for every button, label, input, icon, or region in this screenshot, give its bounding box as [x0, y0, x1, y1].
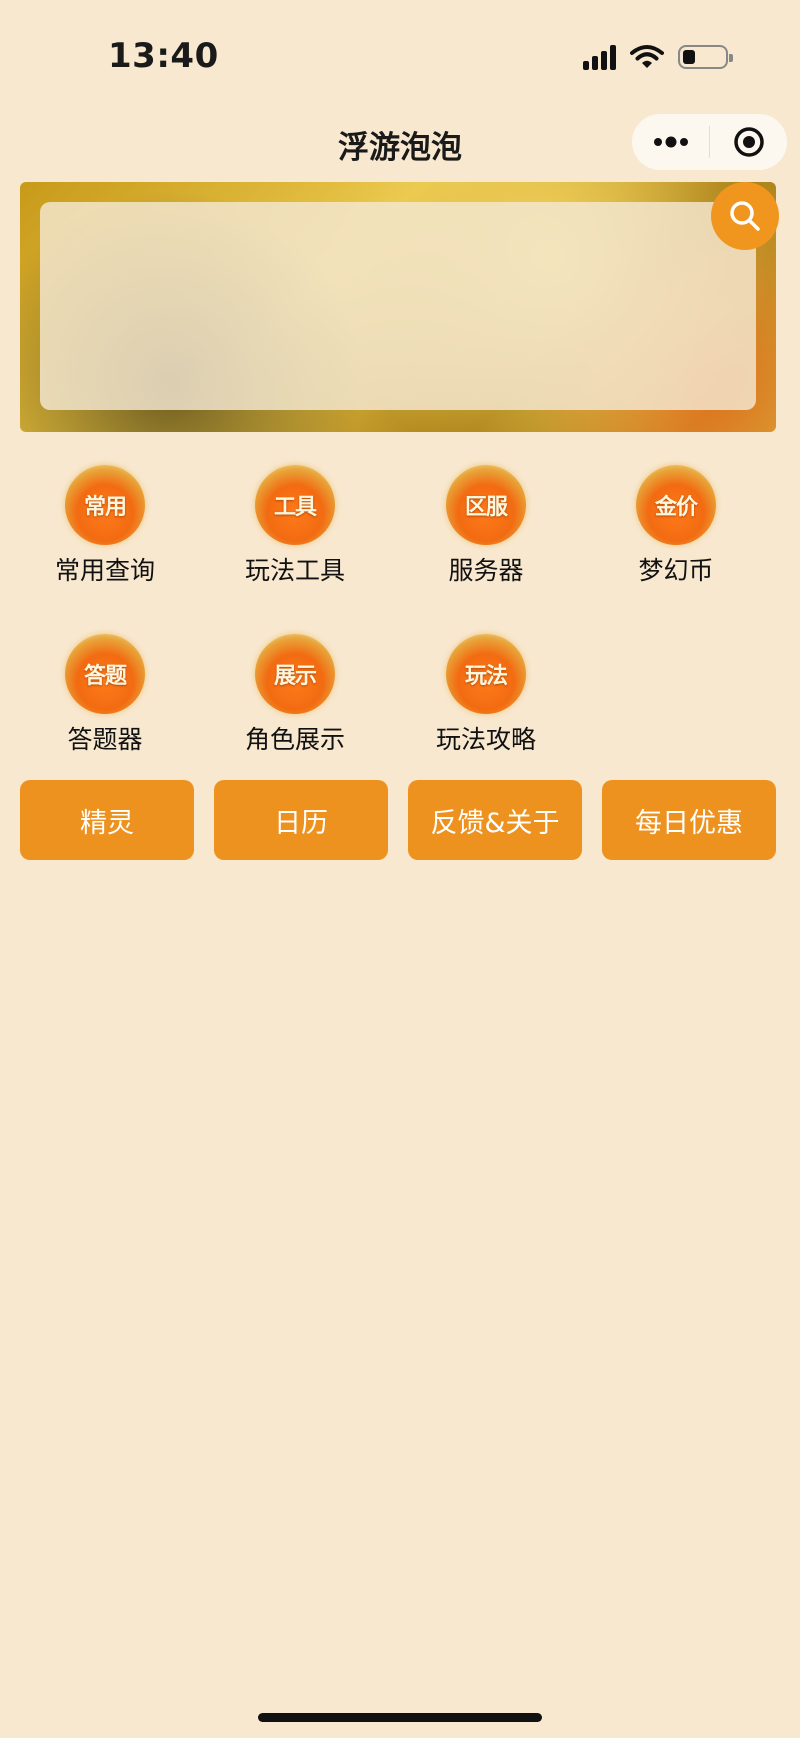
signal-icon	[583, 44, 616, 70]
grid-item-play-tools[interactable]: 工具 玩法工具	[200, 465, 390, 587]
gold-price-badge-icon: 金价	[636, 465, 716, 545]
home-indicator[interactable]	[258, 1713, 542, 1722]
quiz-badge-icon: 答题	[65, 634, 145, 714]
server-badge-icon: 区服	[446, 465, 526, 545]
search-icon	[730, 201, 760, 231]
banner-image	[20, 182, 776, 432]
battery-icon	[678, 45, 733, 69]
status-time: 13:40	[108, 36, 219, 76]
grid-item-label: 玩法攻略	[435, 725, 536, 754]
showcase-badge-icon: 展示	[255, 634, 335, 714]
status-bar: 13:40	[0, 0, 800, 110]
wifi-icon	[630, 45, 664, 68]
common-badge-icon: 常用	[65, 465, 145, 545]
grid-item-label: 服务器	[448, 556, 524, 585]
grid-item-server[interactable]: 区服 服务器	[391, 465, 581, 587]
grid-item-label: 常用查询	[54, 556, 155, 585]
mini-program-capsule	[632, 114, 787, 170]
grid-item-label: 答题器	[67, 725, 143, 754]
grid-item-label: 玩法工具	[244, 556, 345, 585]
search-button[interactable]	[711, 182, 779, 250]
more-button[interactable]	[632, 114, 709, 170]
grid-item-character-showcase[interactable]: 展示 角色展示	[200, 634, 390, 756]
calendar-button[interactable]: 日历	[214, 780, 388, 860]
grid-item-quiz[interactable]: 答题 答题器	[10, 634, 200, 756]
guide-badge-icon: 玩法	[446, 634, 526, 714]
tools-badge-icon: 工具	[255, 465, 335, 545]
close-mini-program-button[interactable]	[710, 114, 787, 170]
target-icon	[733, 127, 764, 157]
banner-overlay-card	[40, 202, 756, 410]
daily-deals-button[interactable]: 每日优惠	[602, 780, 776, 860]
status-icons	[583, 42, 733, 72]
grid-item-dream-coin[interactable]: 金价 梦幻币	[581, 465, 771, 587]
grid-item-guide[interactable]: 玩法 玩法攻略	[391, 634, 581, 756]
more-icon	[653, 136, 688, 148]
grid-item-label: 角色展示	[244, 725, 345, 754]
sprite-button[interactable]: 精灵	[20, 780, 194, 860]
grid-item-common-query[interactable]: 常用 常用查询	[10, 465, 200, 587]
grid-item-label: 梦幻币	[638, 556, 714, 585]
feedback-about-button[interactable]: 反馈&关于	[408, 780, 582, 860]
